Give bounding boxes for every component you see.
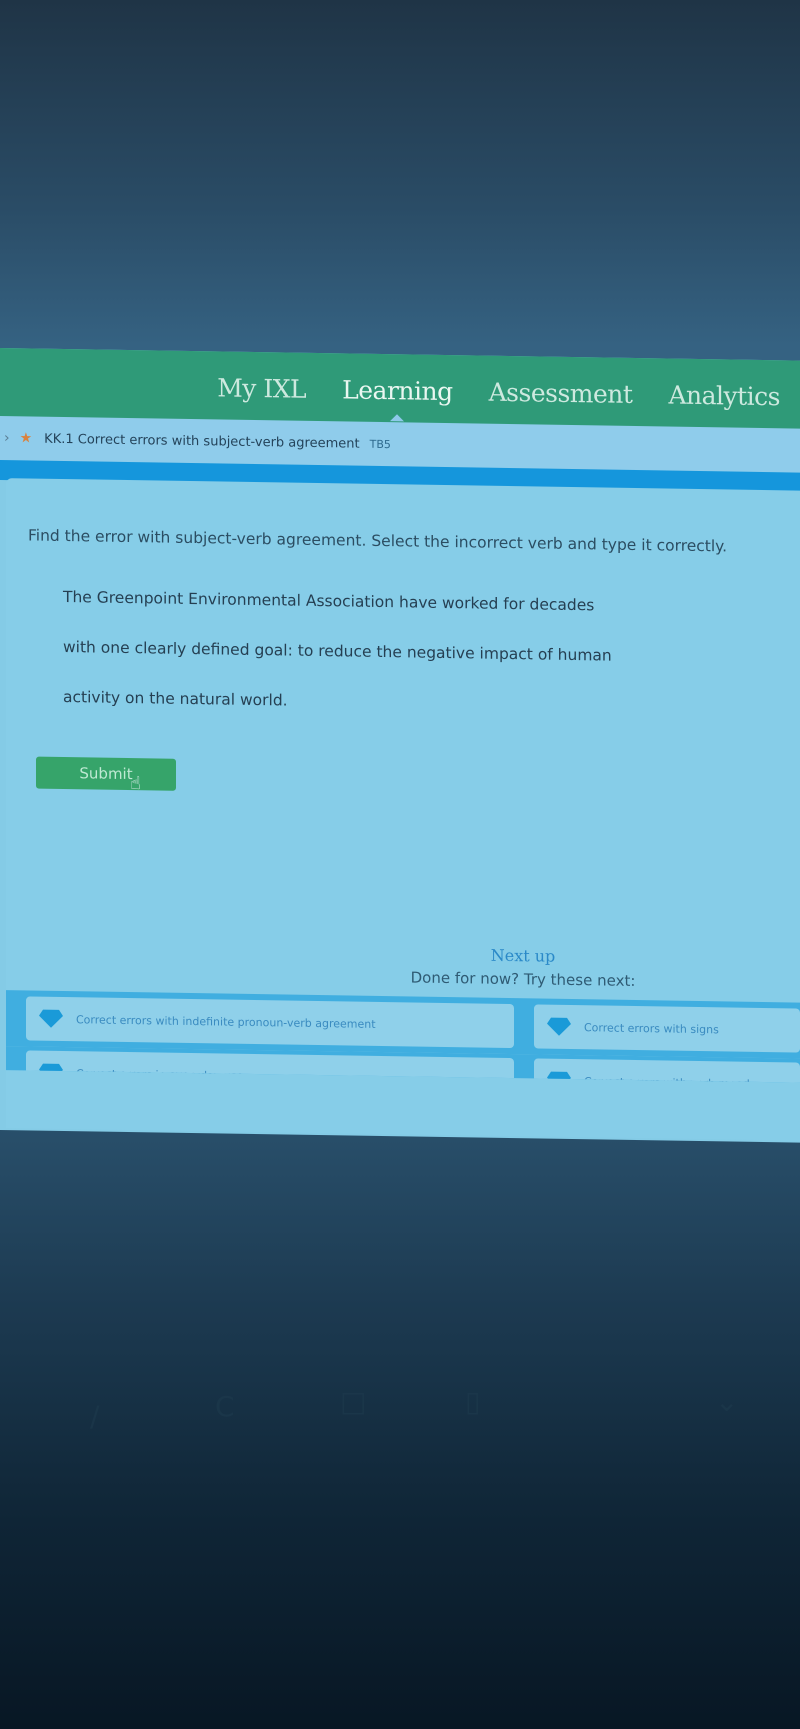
keyboard-key: ∕ [90, 1400, 100, 1433]
question-passage: The Greenpoint Environmental Association… [63, 587, 612, 746]
nav-assessment[interactable]: Assessment [489, 377, 633, 408]
keyboard-key: ⌄ [715, 1385, 739, 1418]
keyboard-key: ▯ [465, 1385, 481, 1418]
question-instruction: Find the error with subject-verb agreeme… [28, 526, 728, 556]
passage-line[interactable]: with one clearly defined goal: to reduce… [63, 637, 612, 696]
keyboard-key: □ [340, 1385, 367, 1418]
nav-analytics[interactable]: Analytics [668, 380, 780, 411]
next-skill-item[interactable]: Correct errors with verb mood [534, 1058, 800, 1083]
nav-my-ixl[interactable]: My IXL [217, 373, 306, 403]
nav-learning[interactable]: Learning [342, 375, 452, 406]
next-skill-item[interactable]: Correct errors in everyday use [26, 1050, 514, 1083]
star-icon: ★ [19, 430, 33, 447]
ixl-screen: My IXL Learning Assessment Analytics › ★… [0, 348, 800, 1143]
next-skill-label: Correct errors in everyday use [76, 1066, 244, 1083]
gem-icon [39, 1063, 63, 1082]
hand-cursor-icon: ☝ [130, 773, 141, 795]
gem-icon [547, 1071, 571, 1083]
keyboard-key: C [215, 1390, 235, 1423]
next-skill-label: Correct errors with signs [584, 1020, 719, 1036]
next-skill-label: Correct errors with verb mood [584, 1074, 750, 1083]
skill-code: TB5 [369, 437, 391, 451]
passage-line[interactable]: The Greenpoint Environmental Association… [63, 587, 612, 646]
question-panel: Find the error with subject-verb agreeme… [6, 478, 800, 1141]
passage-line[interactable]: activity on the natural world. [63, 687, 612, 746]
skill-title: KK.1 Correct errors with subject-verb ag… [44, 431, 360, 452]
laptop-keyboard-photo: ∕ C □ ▯ ⌄ [0, 1380, 800, 1720]
gem-icon [547, 1017, 571, 1036]
next-skill-label: Correct errors with indefinite pronoun-v… [76, 1012, 376, 1031]
chevron-right-icon[interactable]: › [4, 430, 10, 446]
gem-icon [39, 1009, 63, 1028]
next-skill-item[interactable]: Correct errors with indefinite pronoun-v… [26, 996, 514, 1049]
next-skill-item[interactable]: Correct errors with signs [534, 1004, 800, 1053]
submit-button[interactable]: Submit [36, 756, 176, 791]
